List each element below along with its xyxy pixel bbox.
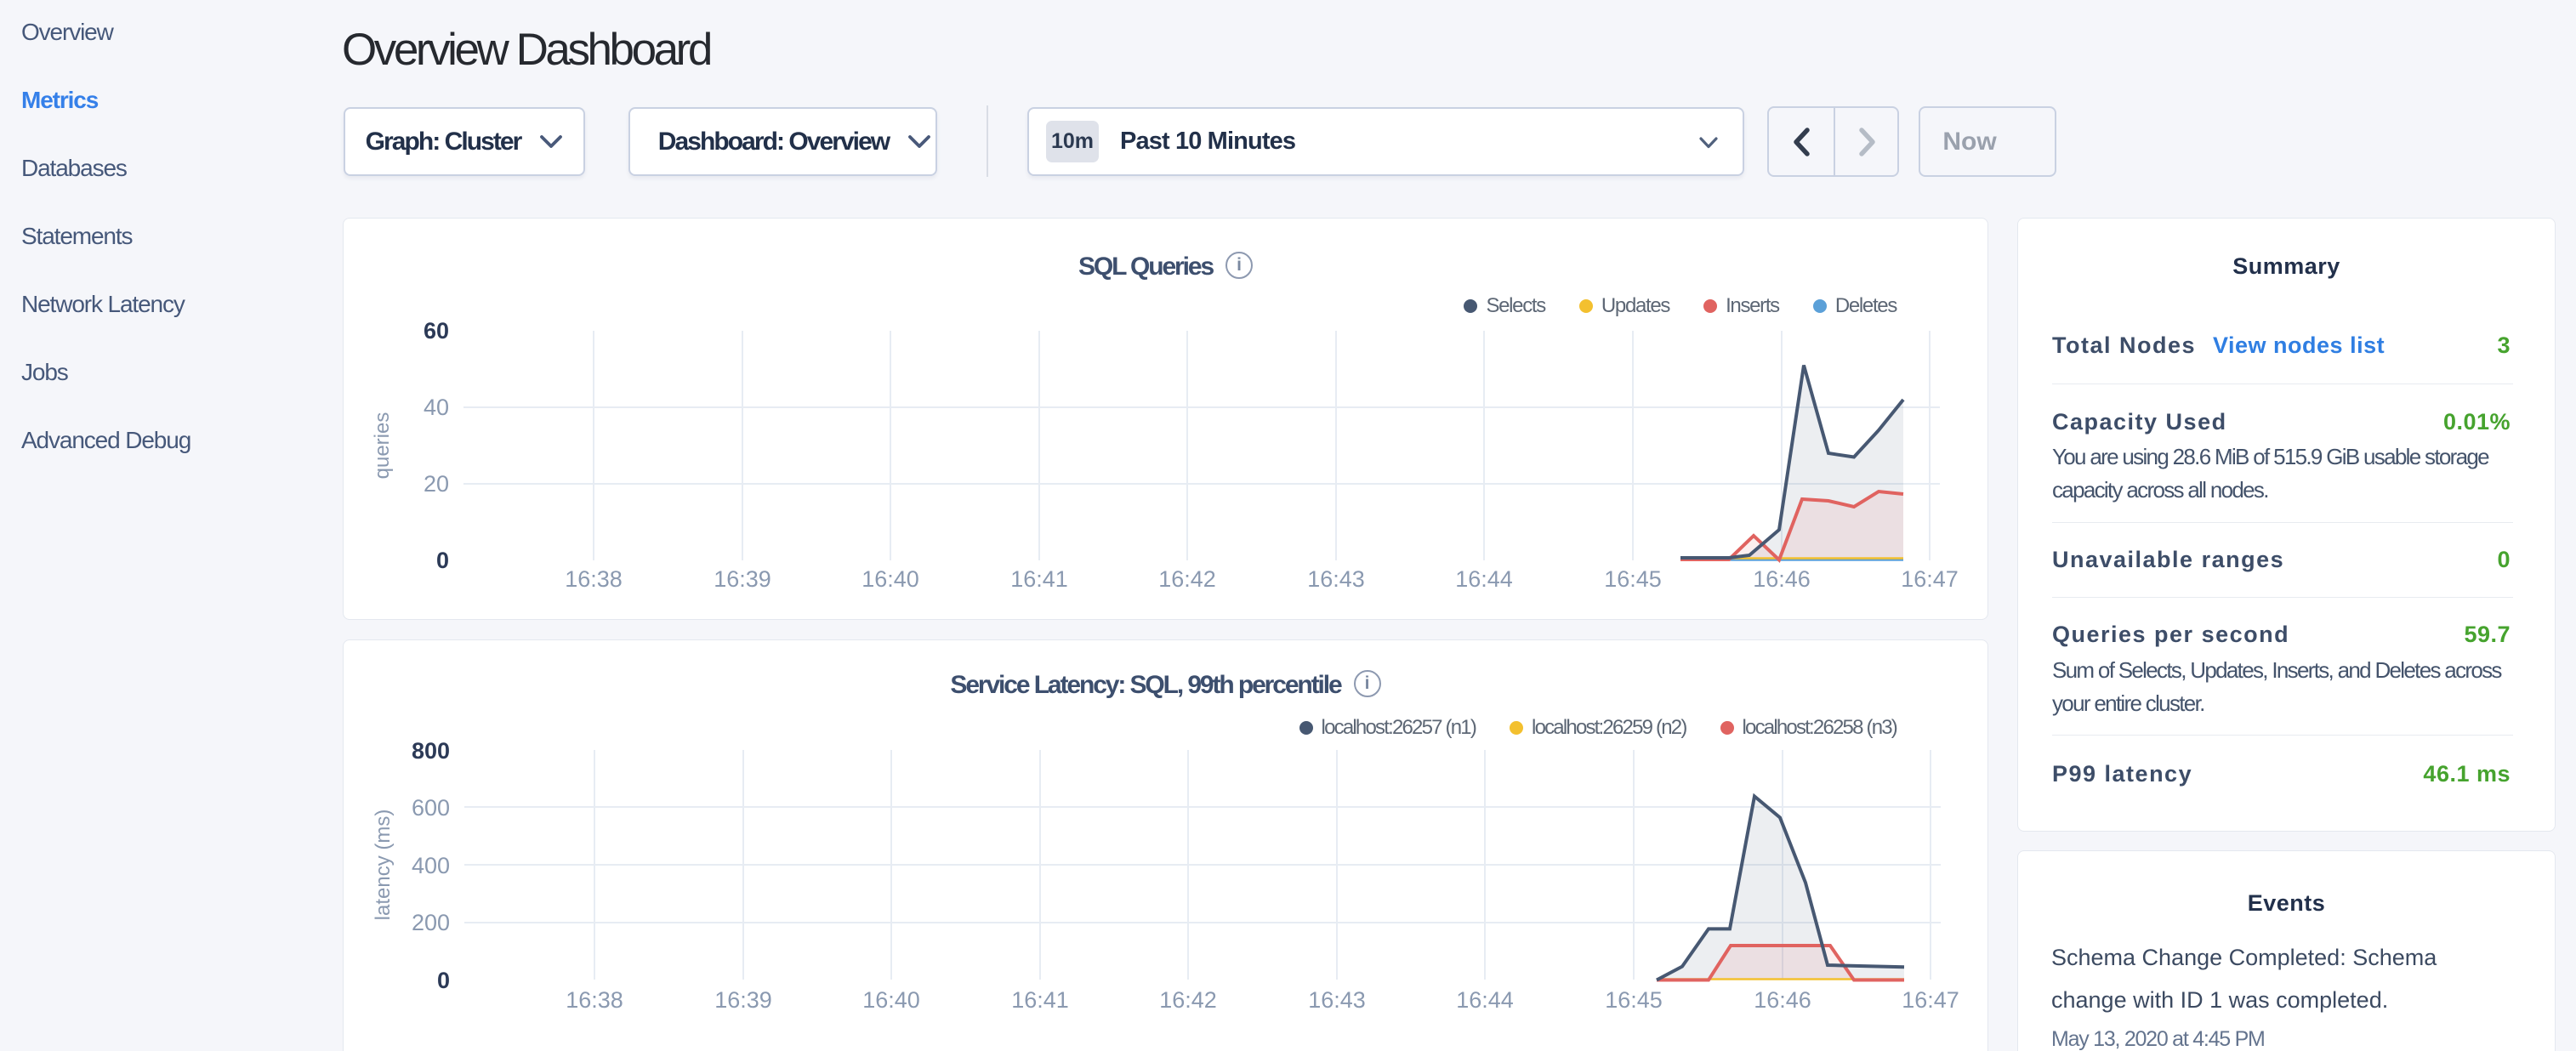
svg-text:16:39: 16:39	[714, 566, 771, 592]
svg-text:16:41: 16:41	[1011, 987, 1069, 1013]
svg-text:16:42: 16:42	[1159, 987, 1217, 1013]
svg-text:40: 40	[424, 395, 449, 420]
svg-text:16:44: 16:44	[1455, 566, 1513, 592]
svg-text:0: 0	[436, 548, 449, 573]
svg-text:16:40: 16:40	[862, 566, 919, 592]
svg-text:600: 600	[412, 795, 450, 821]
svg-text:20: 20	[424, 471, 449, 497]
svg-text:16:45: 16:45	[1605, 987, 1663, 1013]
svg-text:16:43: 16:43	[1307, 566, 1365, 592]
svg-text:16:38: 16:38	[565, 566, 623, 592]
svg-text:queries: queries	[371, 412, 394, 480]
svg-text:200: 200	[412, 910, 450, 935]
svg-text:16:47: 16:47	[1901, 566, 1959, 592]
svg-text:400: 400	[412, 853, 450, 878]
svg-text:16:46: 16:46	[1754, 987, 1811, 1013]
svg-text:16:40: 16:40	[862, 987, 920, 1013]
svg-text:16:46: 16:46	[1753, 566, 1811, 592]
svg-text:latency (ms): latency (ms)	[372, 810, 395, 921]
svg-text:0: 0	[437, 968, 450, 993]
svg-text:16:39: 16:39	[714, 987, 772, 1013]
svg-text:16:45: 16:45	[1604, 566, 1662, 592]
svg-text:16:41: 16:41	[1010, 566, 1068, 592]
svg-text:16:38: 16:38	[566, 987, 623, 1013]
svg-text:16:42: 16:42	[1158, 566, 1216, 592]
svg-text:16:43: 16:43	[1308, 987, 1366, 1013]
svg-text:60: 60	[424, 318, 449, 344]
svg-text:16:47: 16:47	[1902, 987, 1959, 1013]
svg-text:16:44: 16:44	[1456, 987, 1514, 1013]
svg-text:800: 800	[412, 738, 450, 764]
